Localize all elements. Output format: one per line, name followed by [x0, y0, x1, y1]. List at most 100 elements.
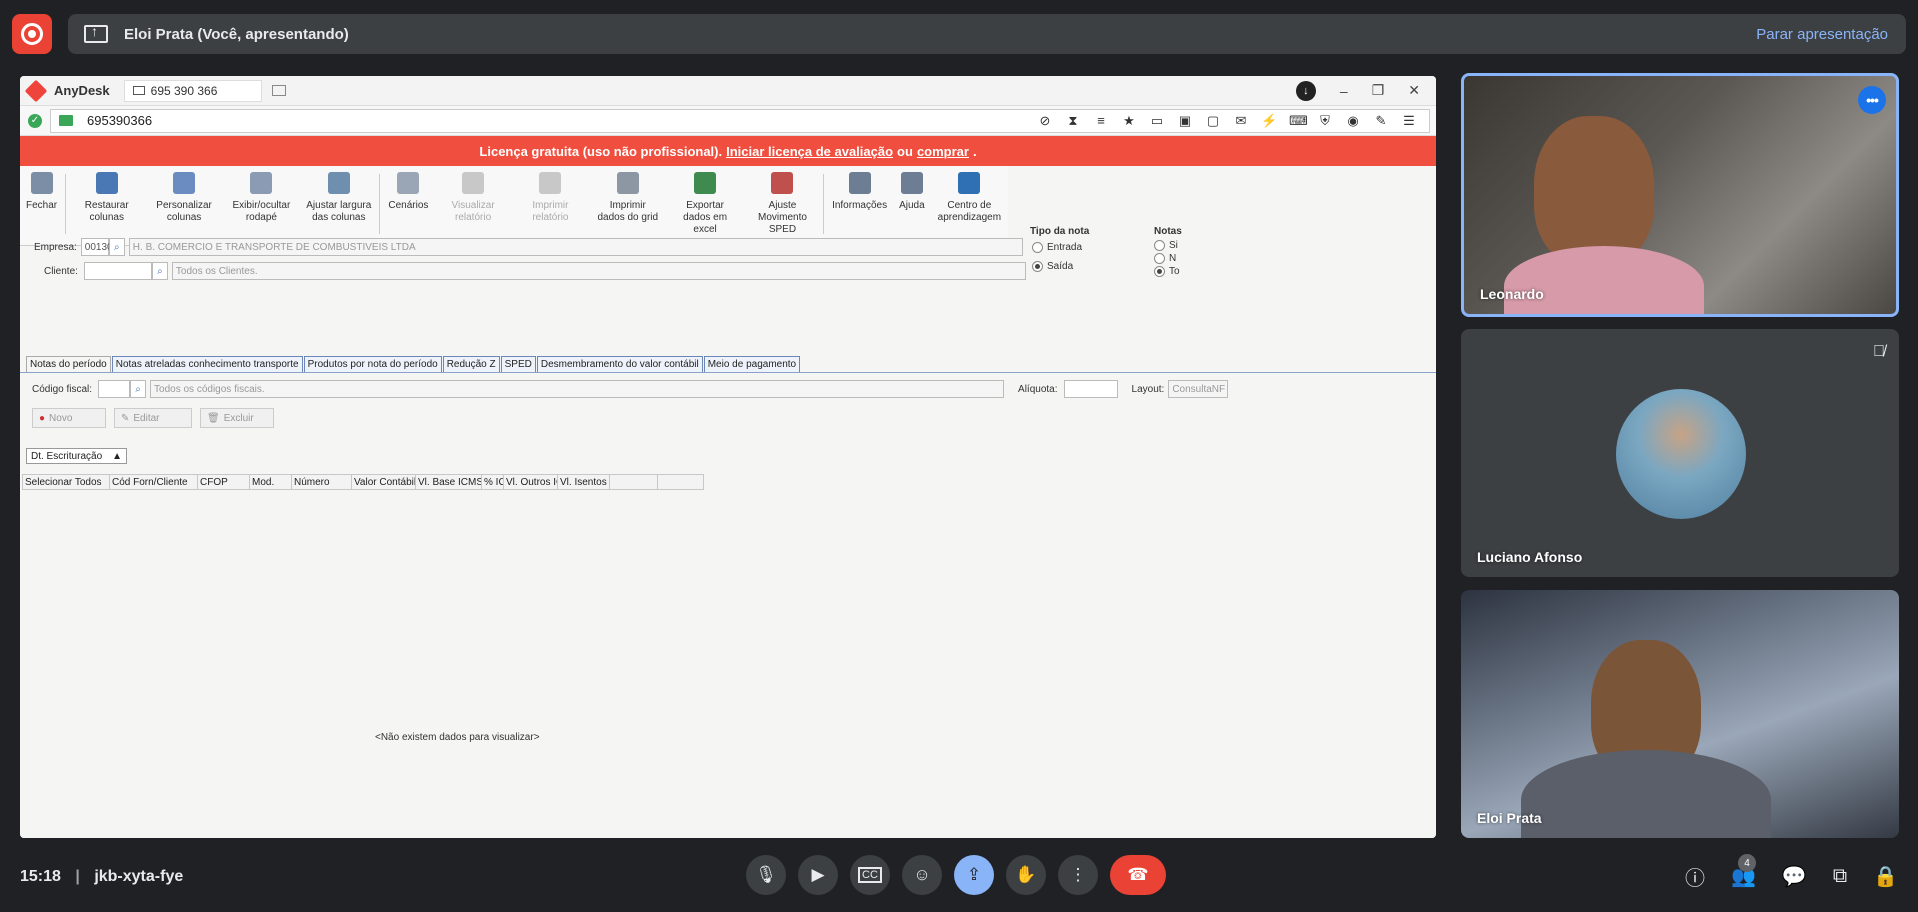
monitor-settings-icon[interactable]: ▢: [1205, 113, 1221, 129]
reactions-button[interactable]: ☺: [902, 855, 942, 895]
microphone-button[interactable]: 🎙: [746, 855, 786, 895]
file-icon[interactable]: ▭: [1149, 113, 1165, 129]
tab-4[interactable]: SPED: [500, 356, 536, 372]
tab-2[interactable]: Produtos por nota do período: [303, 356, 442, 372]
tab-0[interactable]: Notas do período: [26, 356, 111, 372]
ribbon-button-11[interactable]: Informações: [826, 168, 893, 212]
stop-presenting-button[interactable]: Parar apresentação: [1756, 26, 1888, 43]
ribbon-button-4[interactable]: Ajustar largura das colunas: [300, 168, 377, 224]
tab-6[interactable]: Meio de pagamento: [703, 356, 801, 372]
activities-icon[interactable]: ⧉: [1833, 865, 1847, 888]
actions-icon[interactable]: ⚡: [1261, 113, 1277, 129]
aliquota-input[interactable]: [1063, 380, 1118, 398]
ribbon-button-1[interactable]: Restaurar colunas: [68, 168, 145, 224]
codigo-fiscal-input[interactable]: [98, 380, 131, 398]
participant-tile-eloi[interactable]: Eloi Prata: [1461, 590, 1899, 838]
grid-column-header[interactable]: Vl. Isentos ICM: [558, 474, 610, 490]
shield-icon[interactable]: ⛨: [1317, 113, 1333, 129]
ribbon-label: Personalizar colunas: [156, 200, 212, 223]
tab-1[interactable]: Notas atreladas conhecimento transporte: [111, 356, 303, 372]
grid-column-header[interactable]: Vl. Outros ICM: [504, 474, 558, 490]
excluir-button[interactable]: 🗑 Excluir: [200, 408, 274, 428]
ribbon-button-2[interactable]: Personalizar colunas: [145, 168, 222, 224]
empresa-search-icon[interactable]: ⌕: [108, 238, 125, 256]
ribbon-button-10[interactable]: Ajuste Movimento SPED: [744, 168, 821, 236]
ribbon-button-6[interactable]: Visualizar relatório: [434, 168, 511, 224]
novo-button[interactable]: ● Novo: [32, 408, 106, 428]
ribbon-icon: [539, 172, 562, 194]
meeting-info: 15:18 | jkb-xyta-fye: [20, 868, 183, 886]
grid-column-header[interactable]: % ICM: [482, 474, 504, 490]
captions-button[interactable]: CC: [850, 855, 890, 895]
close-icon[interactable]: ✕: [1408, 82, 1420, 99]
empresa-code-input[interactable]: 00130: [80, 238, 113, 256]
radio-entrada[interactable]: Entrada: [1032, 242, 1082, 253]
minimize-icon[interactable]: –: [1340, 83, 1348, 99]
info-icon[interactable]: ⓘ: [1685, 862, 1705, 891]
chat-icon[interactable]: 💬: [1782, 864, 1807, 889]
grid-column-header[interactable]: Valor Contábil: [352, 474, 416, 490]
ribbon-button-7[interactable]: Imprimir relatório: [512, 168, 589, 224]
more-options-icon[interactable]: •••: [1858, 86, 1886, 114]
hourglass-icon[interactable]: ⧗: [1065, 113, 1081, 129]
grid-column-header[interactable]: Cód Forn/Cliente: [110, 474, 198, 490]
download-icon[interactable]: ↓: [1295, 80, 1316, 101]
camera-button[interactable]: ▶: [798, 855, 838, 895]
radio-notas-2-label: N: [1169, 253, 1177, 264]
radio-notas-3-circle: [1154, 266, 1165, 277]
screenshot-icon[interactable]: ◉: [1345, 113, 1361, 129]
present-button[interactable]: ⇪: [954, 855, 994, 895]
ribbon-button-5[interactable]: Cenários: [382, 168, 434, 212]
keyboard-icon[interactable]: ⌨: [1289, 113, 1308, 129]
tab-5[interactable]: Desmembramento do valor contábil: [536, 356, 703, 372]
ribbon-button-3[interactable]: Exibir/ocultar rodapé: [223, 168, 300, 224]
grid-column-header[interactable]: Número: [292, 474, 352, 490]
restore-icon[interactable]: ❐: [1372, 82, 1385, 99]
ribbon-button-12[interactable]: Ajuda: [893, 168, 931, 212]
captions-icon: CC: [858, 867, 882, 883]
raise-hand-button[interactable]: ✋: [1006, 855, 1046, 895]
leave-call-button[interactable]: ☎: [1110, 855, 1166, 895]
new-tab-icon[interactable]: [271, 85, 286, 96]
buy-license-link[interactable]: comprar: [917, 144, 969, 159]
editar-button[interactable]: ✎ Editar: [114, 408, 192, 428]
tab-3[interactable]: Redução Z: [442, 356, 500, 372]
participant-shirt: [1521, 750, 1771, 838]
ribbon-toolbar: Fechar Restaurar colunas Personalizar colu…: [20, 166, 1008, 246]
whiteboard-icon[interactable]: ✎: [1373, 113, 1389, 129]
layout-select[interactable]: ConsultaNF: [1168, 380, 1229, 398]
participant-tile-luciano[interactable]: 🎙̸ Luciano Afonso: [1461, 329, 1899, 577]
recording-button[interactable]: [12, 14, 52, 54]
ribbon-button-9[interactable]: Exportar dados em excel: [666, 168, 743, 236]
privacy-icon[interactable]: ⊘: [1037, 113, 1053, 129]
codigo-fiscal-search-icon[interactable]: ⌕: [130, 380, 147, 398]
cliente-search-icon[interactable]: ⌕: [151, 262, 168, 280]
radio-notas-2[interactable]: N: [1154, 253, 1176, 264]
group-by-chip[interactable]: Dt. Escrituração ▲: [26, 448, 128, 464]
grid-column-header[interactable]: CFOP: [198, 474, 250, 490]
grid-column-header[interactable]: Mod.: [250, 474, 292, 490]
host-controls-icon[interactable]: 🔒: [1873, 864, 1898, 889]
chat-icon[interactable]: ✉: [1233, 113, 1249, 129]
anydesk-session-tab[interactable]: 695 390 366: [123, 79, 262, 102]
participant-tile-leonardo[interactable]: ••• Leonardo: [1461, 73, 1899, 317]
star-icon[interactable]: ★: [1121, 113, 1137, 129]
grid-column-header[interactable]: [610, 474, 658, 490]
anydesk-app-name: AnyDesk: [54, 83, 110, 98]
cliente-code-input[interactable]: [83, 262, 152, 280]
radio-notas-3[interactable]: To: [1154, 266, 1180, 277]
grid-column-header[interactable]: Vl. Base ICMS: [416, 474, 482, 490]
ribbon-button-0[interactable]: Fechar: [20, 168, 63, 212]
database-icon[interactable]: ≡: [1093, 113, 1109, 128]
grid-column-header[interactable]: Selecionar Todos: [22, 474, 110, 490]
ribbon-button-13[interactable]: Centro de aprendizagem: [931, 168, 1008, 224]
ribbon-button-8[interactable]: Imprimir dados do grid: [589, 168, 666, 224]
radio-notas-1[interactable]: Si: [1154, 240, 1178, 251]
grid-column-header[interactable]: [658, 474, 704, 490]
display-icon[interactable]: ▣: [1177, 113, 1193, 129]
trial-license-link[interactable]: Iniciar licença de avaliação: [726, 144, 893, 159]
remote-address-input[interactable]: 695390366 ⊘ ⧗ ≡ ★ ▭ ▣ ▢ ✉ ⚡ ⌨ ⛨ ◉ ✎ ☰: [50, 108, 1430, 133]
menu-icon[interactable]: ☰: [1401, 113, 1417, 129]
more-options-button[interactable]: ⋮: [1058, 855, 1098, 895]
radio-saida[interactable]: Saída: [1032, 261, 1073, 272]
